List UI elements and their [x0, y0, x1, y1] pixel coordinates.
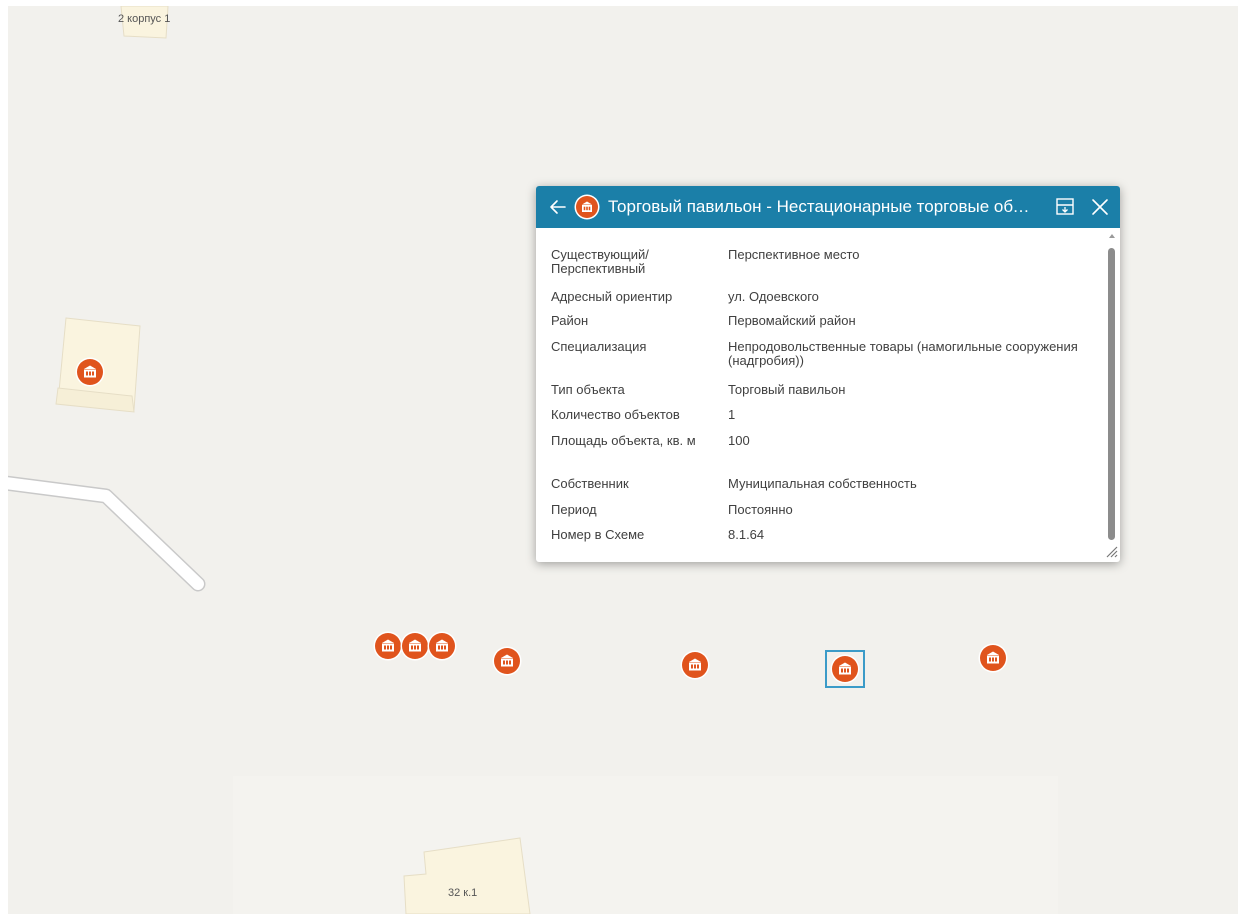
poi-marker[interactable] [494, 648, 520, 674]
attribute-value: 1 [728, 407, 736, 422]
building-label: 32 к.1 [448, 887, 478, 899]
market-pavilion-icon [689, 658, 701, 671]
market-pavilion-icon [84, 365, 96, 378]
scroll-up-arrow-icon[interactable] [1109, 234, 1115, 238]
attribute-value: Муниципальная собственность [728, 476, 917, 491]
road [8, 477, 204, 590]
building-label: 2 корпус 1 [118, 13, 171, 25]
scrollbar-thumb[interactable] [1108, 248, 1115, 540]
popup-header: Торговый павильон - Нестационарные торго… [536, 186, 1120, 228]
resize-handle[interactable] [1104, 544, 1118, 558]
poi-marker[interactable] [77, 359, 103, 385]
attribute-key: Период [551, 502, 597, 517]
attribute-key: Район [551, 313, 589, 328]
attribute-key: Площадь объекта, кв. м [551, 433, 696, 448]
close-icon [1092, 199, 1108, 215]
market-pavilion-icon [839, 662, 851, 675]
layer-icon [576, 196, 598, 218]
attribute-value: Первомайский район [728, 313, 856, 328]
resize-grip-icon [1106, 546, 1118, 558]
attribute-key: Тип объекта [551, 382, 625, 397]
back-button[interactable] [546, 195, 570, 219]
feature-popup: Торговый павильон - Нестационарные торго… [536, 186, 1120, 562]
poi-marker[interactable] [980, 645, 1006, 671]
market-pavilion-icon [987, 651, 999, 664]
close-button[interactable] [1088, 195, 1112, 219]
attribute-key: Адресный ориентир [551, 289, 673, 304]
market-pavilion-icon [409, 639, 421, 652]
market-pavilion-icon [501, 654, 513, 667]
poi-marker-selected[interactable] [832, 656, 858, 682]
poi-marker[interactable] [375, 633, 401, 659]
attribute-key: Количество объектов [551, 407, 680, 422]
attribute-value: 100 [728, 433, 750, 448]
attribute-value: Перспективное место [728, 247, 860, 262]
attribute-value: Торговый павильон [728, 382, 846, 397]
attribute-key: Собственник [551, 476, 629, 491]
attribute-key: Специализация [551, 339, 647, 354]
poi-marker[interactable] [429, 633, 455, 659]
dock-button[interactable] [1054, 196, 1076, 218]
poi-marker[interactable] [402, 633, 428, 659]
attribute-value: 8.1.64 [728, 527, 765, 542]
market-pavilion-icon [382, 639, 394, 652]
attribute-value: ул. Одоевского [728, 289, 819, 304]
poi-marker[interactable] [682, 652, 708, 678]
attribute-key: Номер в Схеме [551, 527, 645, 542]
arrow-left-icon [550, 200, 566, 214]
market-pavilion-icon [436, 639, 448, 652]
dock-icon [1056, 198, 1074, 215]
popup-title: Торговый павильон - Нестационарные торго… [608, 197, 1040, 216]
attributes-table: Существующий/ Перспективный Перспективно… [536, 228, 1120, 562]
attribute-value: Непродовольственные товары (намогильные … [728, 339, 1078, 368]
market-pavilion-icon [582, 201, 592, 212]
attribute-value: Постоянно [728, 502, 793, 517]
map-zone [233, 776, 1058, 914]
attribute-key: Существующий/ Перспективный [551, 247, 649, 276]
